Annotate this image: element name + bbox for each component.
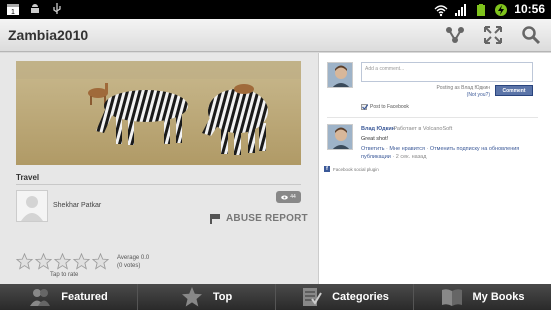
facebook-plugin-label: Facebook social plugin xyxy=(333,166,379,172)
post-to-facebook-option[interactable]: Post to Facebook xyxy=(361,104,409,110)
tab-label: Top xyxy=(212,291,233,303)
signal-icon xyxy=(455,3,467,16)
reply-link[interactable]: Ответить xyxy=(361,146,385,152)
comment-button[interactable]: Comment xyxy=(495,85,533,96)
tab-label: Featured xyxy=(61,291,108,303)
search-icon xyxy=(522,26,541,45)
eye-icon xyxy=(281,195,289,199)
battery-icon xyxy=(477,3,486,16)
not-you-link[interactable]: (Not you?) xyxy=(429,92,490,99)
tab-top[interactable]: Top xyxy=(138,284,276,310)
comment-author-work: · Работает в VolcanoSoft xyxy=(390,126,453,132)
svg-text:1: 1 xyxy=(11,9,15,16)
post-to-facebook-checkbox[interactable] xyxy=(361,104,368,110)
flag-icon xyxy=(210,213,220,224)
android-icon xyxy=(31,4,39,13)
tab-featured[interactable]: Featured xyxy=(0,284,138,310)
star-icon[interactable] xyxy=(35,253,52,270)
rating-votes: (0 votes) xyxy=(117,263,141,269)
photo-image[interactable] xyxy=(16,61,301,165)
user-photo-icon xyxy=(328,125,352,149)
facebook-icon: f xyxy=(324,166,330,172)
rating-summary: Average 0.0 (0 votes) xyxy=(117,254,149,270)
comment-actions: Ответить · Мне нравится · Отменить подпи… xyxy=(361,146,520,160)
people-icon xyxy=(30,289,51,306)
charging-icon xyxy=(495,3,508,16)
share-icon xyxy=(446,27,464,43)
post-to-facebook-label: Post to Facebook xyxy=(370,104,409,110)
posting-as-info: Posting as Влад Юдкин (Not you?) xyxy=(429,85,490,99)
views-badge: 44 xyxy=(276,191,301,203)
photo-detail-panel: Travel Shekhar Patkar 44 ABUSE REPORT Av… xyxy=(0,53,318,284)
star-icon[interactable] xyxy=(92,253,109,270)
current-user-avatar xyxy=(327,62,353,88)
commenter-avatar[interactable] xyxy=(327,124,353,150)
search-button[interactable] xyxy=(519,23,543,47)
star-icon[interactable] xyxy=(73,253,90,270)
author-name[interactable]: Shekhar Patkar xyxy=(53,202,101,209)
unsubscribe-link[interactable]: Отменить подписку на обновления публикац… xyxy=(361,146,519,160)
page-title: Zambia2010 xyxy=(8,27,89,43)
fullscreen-icon xyxy=(484,26,502,44)
tab-label: My Books xyxy=(472,291,525,303)
abuse-report-label: ABUSE REPORT xyxy=(226,213,308,224)
status-time: 10:56 xyxy=(514,2,545,16)
comment-time: 2 сек. назад xyxy=(395,154,427,160)
rating-average: Average 0.0 xyxy=(117,255,150,261)
views-count: 44 xyxy=(290,194,296,200)
abuse-report-button[interactable]: ABUSE REPORT xyxy=(210,213,308,224)
tab-label: Categories xyxy=(332,291,389,303)
comment-input[interactable]: Add a comment... xyxy=(361,62,533,82)
photo-category: Travel xyxy=(16,173,40,182)
checklist-icon xyxy=(303,288,322,306)
author-avatar[interactable] xyxy=(16,190,48,222)
like-link[interactable]: Мне нравится xyxy=(389,146,425,152)
posting-as-label: Posting as Влад Юдкин xyxy=(436,85,490,91)
checkmark-icon xyxy=(362,104,368,110)
comment-text: Great shot! xyxy=(361,136,389,142)
user-photo-icon xyxy=(328,63,352,87)
facebook-comments-panel: Add a comment... Posting as Влад Юдкин (… xyxy=(318,53,551,284)
share-button[interactable] xyxy=(443,23,467,47)
action-bar: Zambia2010 xyxy=(0,19,551,52)
star-icon[interactable] xyxy=(54,253,71,270)
divider xyxy=(327,117,538,118)
tab-categories[interactable]: Categories xyxy=(276,284,414,310)
fullscreen-button[interactable] xyxy=(481,23,505,47)
usb-icon xyxy=(53,3,61,14)
tap-to-rate-label: Tap to rate xyxy=(50,272,79,278)
rating-stars[interactable] xyxy=(16,253,109,270)
star-icon[interactable] xyxy=(16,253,33,270)
calendar-icon: 1 xyxy=(7,4,19,16)
tab-my-books[interactable]: My Books xyxy=(414,284,551,310)
book-icon xyxy=(441,289,462,306)
facebook-plugin-credit[interactable]: f Facebook social plugin xyxy=(324,166,379,172)
star-icon xyxy=(181,287,202,307)
default-avatar-icon xyxy=(17,191,47,221)
wifi-icon xyxy=(434,4,448,16)
status-bar: 1 10:56 xyxy=(0,0,551,19)
divider xyxy=(16,184,301,185)
bottom-tab-bar: Featured Top Categories My Books xyxy=(0,284,551,310)
